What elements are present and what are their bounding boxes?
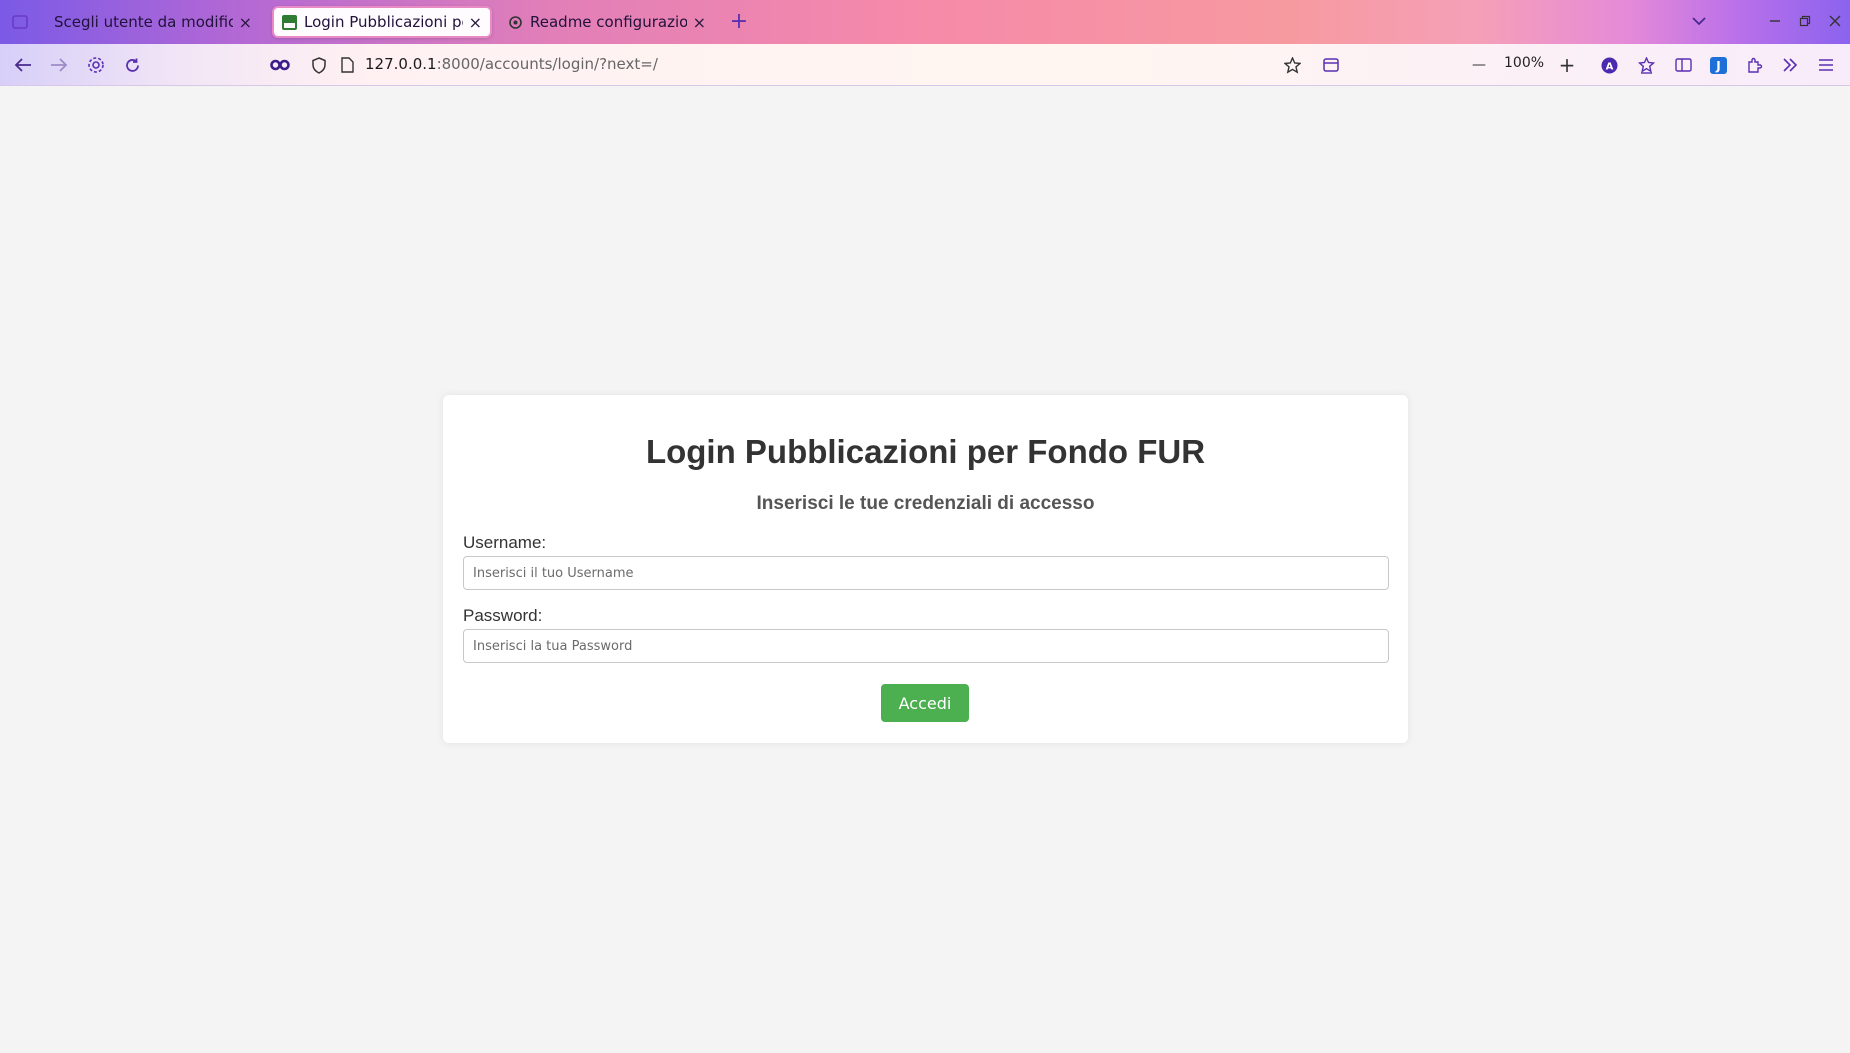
url-host: 127.0.0.1 — [365, 55, 437, 73]
close-tab-icon[interactable]: × — [239, 13, 252, 32]
password-label: Password: — [463, 606, 543, 625]
new-tab-button[interactable]: + — [728, 9, 750, 34]
tab-title: Readme configurazione e — [530, 13, 687, 31]
page-subtitle: Inserisci le tue credenziali di accesso — [756, 493, 1095, 514]
close-tab-icon[interactable]: × — [693, 13, 706, 32]
url-path: :8000/accounts/login/?next=/ — [436, 55, 658, 73]
bookmarks-star-list-icon[interactable] — [1635, 54, 1657, 76]
reader-view-icon[interactable] — [1320, 54, 1342, 76]
minimize-icon[interactable] — [1764, 10, 1786, 32]
tab-bar: Scegli utente da modificare | × Login Pu… — [0, 0, 1850, 44]
page-info-icon[interactable] — [336, 54, 358, 76]
page-title: Login Pubblicazioni per Fondo FUR — [645, 433, 1206, 470]
tracking-protection-shield-icon[interactable] — [308, 54, 330, 76]
zoom-in-button[interactable]: + — [1556, 53, 1578, 77]
username-label: Username: — [463, 533, 547, 552]
bookmark-star-icon[interactable] — [1281, 54, 1303, 76]
password-input[interactable] — [463, 629, 1389, 663]
login-card: Login Pubblicazioni per Fondo FUR Inseri… — [443, 395, 1408, 743]
reload-icon[interactable] — [121, 54, 143, 76]
extension-j-icon[interactable]: J — [1707, 54, 1729, 76]
tab-login[interactable]: Login Pubblicazioni per F × — [272, 6, 492, 38]
overflow-chevron-icon[interactable] — [1779, 54, 1801, 76]
zoom-out-button[interactable]: — — [1468, 54, 1490, 76]
forward-arrow-icon[interactable] — [48, 54, 70, 76]
navigation-toolbar: 127.0.0.1:8000/accounts/login/?next=/ — … — [0, 44, 1850, 86]
tab-readme[interactable]: Readme configurazione e × — [500, 6, 714, 38]
close-window-icon[interactable] — [1824, 10, 1846, 32]
tab-overview-icon[interactable] — [9, 11, 31, 33]
login-submit-button[interactable]: Accedi — [881, 684, 969, 722]
username-input[interactable] — [463, 556, 1389, 590]
back-arrow-icon[interactable] — [12, 54, 34, 76]
private-browsing-mask-icon — [269, 54, 291, 76]
account-avatar-icon[interactable]: A — [1598, 54, 1620, 76]
extensions-puzzle-icon[interactable] — [1743, 54, 1765, 76]
svg-text:A: A — [1605, 61, 1613, 72]
restore-icon[interactable] — [1794, 10, 1816, 32]
sidebar-toggle-icon[interactable] — [1672, 54, 1694, 76]
openai-favicon-icon — [509, 15, 522, 29]
tab-title: Scegli utente da modificare | — [54, 13, 233, 31]
menu-hamburger-icon[interactable] — [1815, 54, 1837, 76]
url-bar[interactable]: 127.0.0.1:8000/accounts/login/?next=/ — [365, 49, 1265, 79]
close-tab-icon[interactable]: × — [469, 13, 482, 32]
svg-text:J: J — [1715, 59, 1720, 73]
tab-title: Login Pubblicazioni per F — [304, 13, 463, 31]
tab-list-chevron-down-icon[interactable] — [1688, 10, 1710, 32]
tab-users[interactable]: Scegli utente da modificare | × — [46, 6, 260, 38]
univr-favicon-icon — [282, 14, 297, 30]
settings-gear-icon[interactable] — [85, 54, 107, 76]
zoom-level[interactable]: 100% — [1504, 55, 1544, 71]
